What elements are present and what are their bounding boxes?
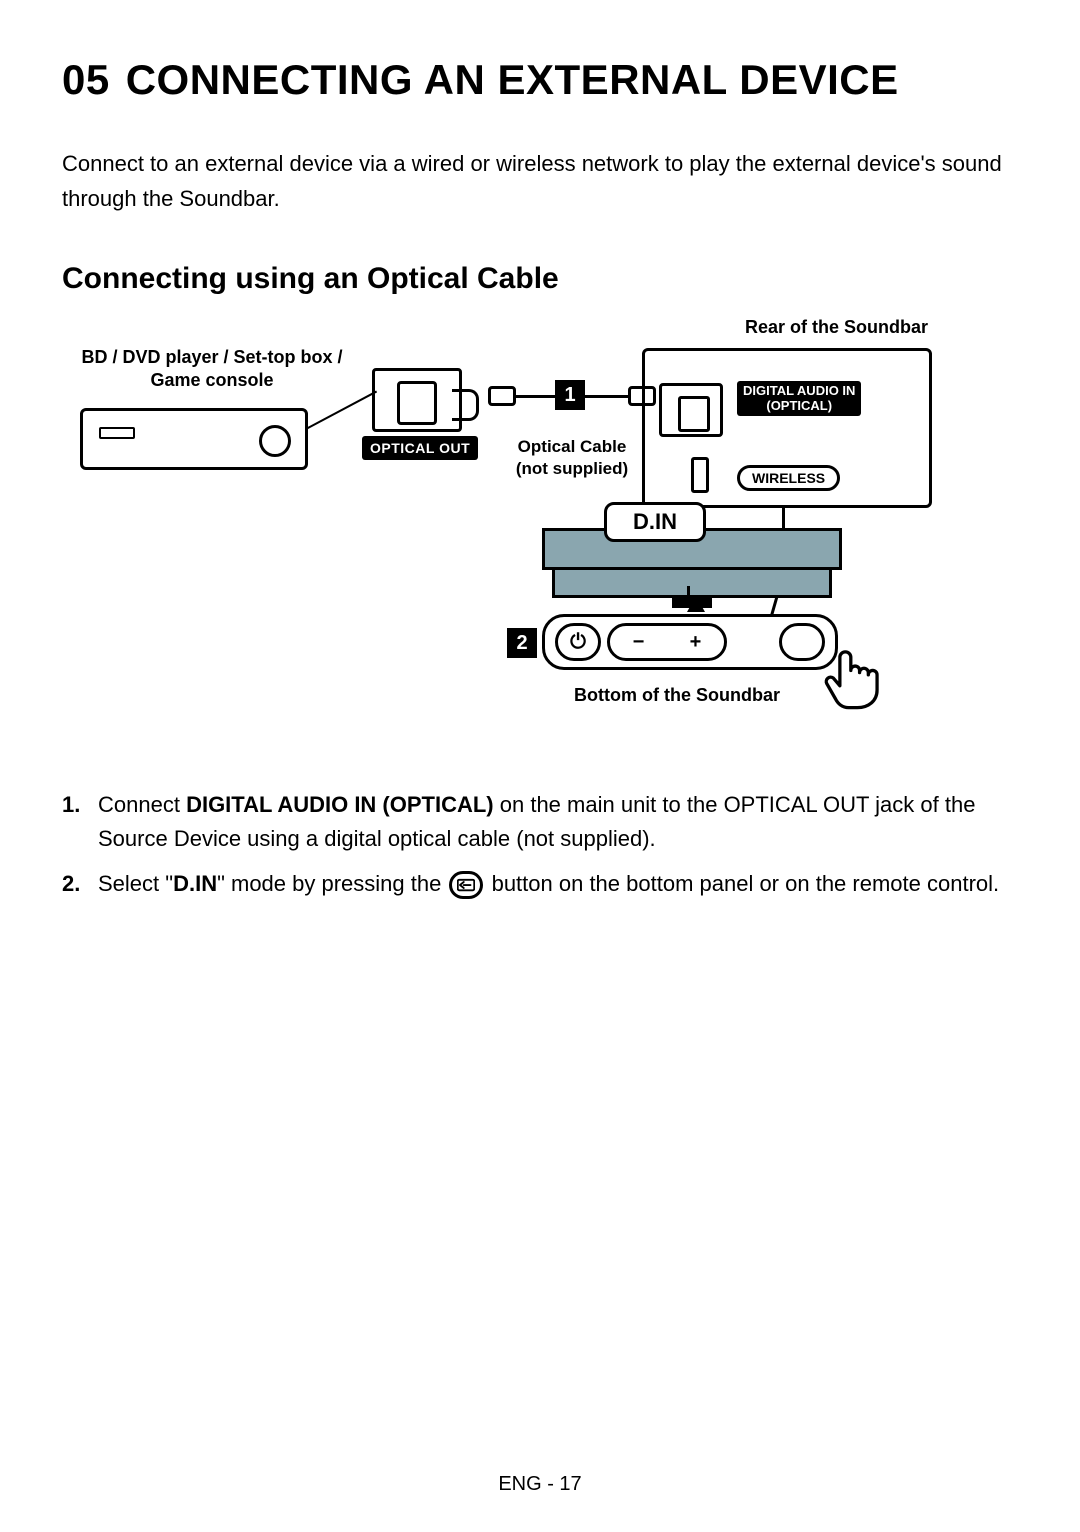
optical-out-jack-graphic bbox=[372, 368, 462, 432]
callout-2: 2 bbox=[507, 628, 537, 658]
bottom-of-soundbar-label: Bottom of the Soundbar bbox=[542, 684, 812, 707]
power-icon: ⏻ bbox=[570, 631, 586, 654]
source-device-leader-line bbox=[306, 391, 378, 430]
step-1: 1.Connect DIGITAL AUDIO IN (OPTICAL) on … bbox=[62, 788, 1018, 856]
chapter-title-text: CONNECTING AN EXTERNAL DEVICE bbox=[126, 56, 899, 103]
usb-port-graphic bbox=[691, 457, 709, 493]
digital-audio-in-jack bbox=[659, 383, 723, 437]
source-device-label: BD / DVD player / Set-top box / Game con… bbox=[62, 346, 362, 391]
source-device-slot bbox=[99, 427, 135, 439]
source-device-knob bbox=[259, 425, 291, 457]
intro-paragraph: Connect to an external device via a wire… bbox=[62, 146, 1018, 216]
volume-buttons[interactable]: − + bbox=[607, 623, 727, 661]
din-display-badge: D.IN bbox=[604, 502, 706, 542]
chapter-number: 05 bbox=[62, 56, 110, 104]
optical-out-tag: OPTICAL OUT bbox=[362, 436, 478, 460]
step-number: 2. bbox=[62, 867, 98, 901]
step-number: 1. bbox=[62, 788, 98, 856]
connection-diagram: Rear of the Soundbar BD / DVD player / S… bbox=[62, 328, 1018, 758]
rear-of-soundbar-label: Rear of the Soundbar bbox=[745, 316, 928, 339]
optical-cable-label: Optical Cable (not supplied) bbox=[502, 436, 642, 479]
rear-panel-graphic: DIGITAL AUDIO IN (OPTICAL) WIRELESS bbox=[642, 348, 932, 508]
callout-1: 1 bbox=[555, 380, 585, 410]
step-2: 2.Select "D.IN" mode by pressing the but… bbox=[62, 867, 1018, 901]
wireless-label: WIRELESS bbox=[737, 465, 840, 491]
pointer-arrow-icon bbox=[687, 596, 705, 612]
page-footer: ENG - 17 bbox=[0, 1473, 1080, 1496]
cable-plug-left bbox=[488, 386, 516, 406]
minus-icon: − bbox=[633, 631, 645, 654]
step-body: Select "D.IN" mode by pressing the butto… bbox=[98, 867, 1018, 901]
instruction-steps: 1.Connect DIGITAL AUDIO IN (OPTICAL) on … bbox=[62, 788, 1018, 900]
digital-audio-in-label: DIGITAL AUDIO IN (OPTICAL) bbox=[737, 381, 861, 416]
source-button-inline-icon bbox=[449, 871, 483, 899]
step-body: Connect DIGITAL AUDIO IN (OPTICAL) on th… bbox=[98, 788, 1018, 856]
plus-icon: + bbox=[690, 631, 702, 654]
hand-pointer-icon bbox=[818, 642, 888, 712]
soundbar-bottom-controls: ⏻ − + bbox=[542, 614, 838, 670]
power-button[interactable]: ⏻ bbox=[555, 623, 601, 661]
source-device-graphic bbox=[80, 408, 308, 470]
chapter-title: 05 CONNECTING AN EXTERNAL DEVICE bbox=[62, 56, 1018, 104]
section-title: Connecting using an Optical Cable bbox=[62, 262, 1018, 296]
